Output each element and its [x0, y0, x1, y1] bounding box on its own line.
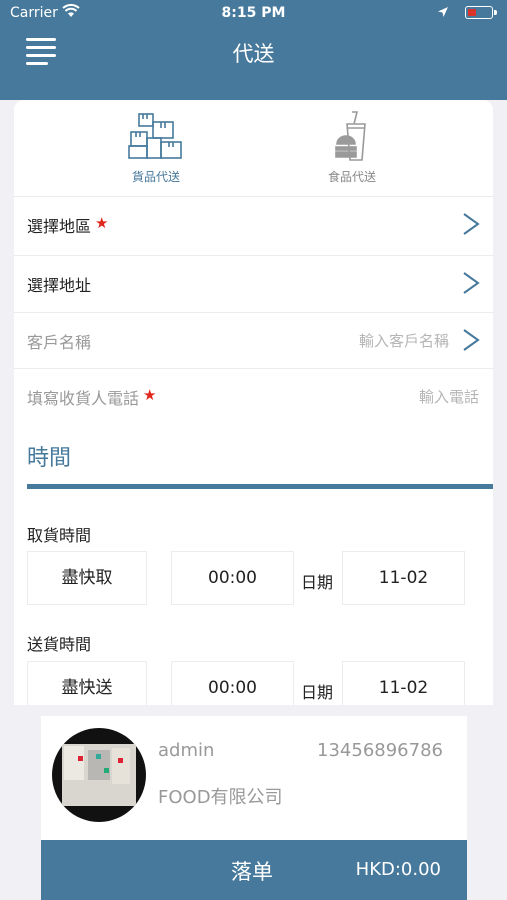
- address-selector-row[interactable]: 選擇地址: [14, 255, 493, 309]
- customer-name-input[interactable]: 輸入客戶名稱: [359, 330, 449, 351]
- delivery-date-field[interactable]: 11-02: [342, 661, 465, 705]
- customer-name-row[interactable]: 客戶名稱 輸入客戶名稱: [14, 312, 493, 366]
- app-header: Carrier 8:15 PM 代送: [0, 0, 507, 100]
- customer-name-label: 客戶名稱: [27, 333, 92, 352]
- recipient-phone-row[interactable]: 填寫收貨人電話 ★ 輸入電話: [14, 368, 493, 422]
- clock: 8:15 PM: [221, 5, 286, 21]
- place-order-button[interactable]: 落单: [231, 856, 273, 886]
- region-selector-row[interactable]: 選擇地區 ★: [14, 196, 493, 250]
- boxes-icon: [128, 113, 182, 159]
- account-phone: 13456896786: [317, 740, 443, 761]
- order-bar: 落单 HKD:0.00: [41, 840, 467, 900]
- address-label: 選擇地址: [27, 276, 92, 295]
- recipient-phone-input[interactable]: 輸入電話: [419, 386, 479, 407]
- tab-food-label: 食品代送: [327, 170, 376, 184]
- chevron-right-icon[interactable]: [461, 271, 481, 295]
- pickup-time-label: 取貨時間: [27, 526, 92, 545]
- location-arrow-icon: [438, 7, 448, 17]
- pickup-date-label: 日期: [301, 573, 334, 592]
- status-bar: Carrier 8:15 PM: [0, 0, 507, 28]
- account-card: admin 13456896786 FOOD有限公司: [41, 716, 467, 840]
- order-total: HKD:0.00: [355, 859, 441, 880]
- required-star-icon: ★: [143, 386, 157, 404]
- region-label: 選擇地區 ★: [27, 214, 109, 236]
- chevron-right-icon[interactable]: [461, 212, 481, 236]
- pickup-date-field[interactable]: 11-02: [342, 551, 465, 605]
- delivery-form-card: 貨品代送 食品代送 選擇地區 ★ 選擇地址 客戶名稱 輸入客戶名稱 填寫收貨人電話…: [14, 100, 493, 705]
- chevron-right-icon[interactable]: [461, 328, 481, 352]
- recipient-phone-label: 填寫收貨人電話 ★: [27, 386, 157, 408]
- tab-food-delivery[interactable]: 食品代送: [287, 110, 417, 195]
- tab-goods-label: 貨品代送: [131, 170, 180, 184]
- time-section-title: 時間: [27, 446, 72, 471]
- delivery-time-field[interactable]: 00:00: [171, 661, 294, 705]
- tab-goods-delivery[interactable]: 貨品代送: [91, 110, 221, 195]
- delivery-type-tabs: 貨品代送 食品代送: [14, 100, 493, 195]
- burger-drink-icon: [335, 111, 366, 161]
- account-username: admin: [158, 740, 215, 761]
- delivery-date-label: 日期: [301, 683, 334, 702]
- avatar: [52, 728, 146, 822]
- account-company: FOOD有限公司: [158, 787, 283, 808]
- pickup-time-field[interactable]: 00:00: [171, 551, 294, 605]
- page-title: 代送: [232, 42, 275, 66]
- section-divider: [27, 484, 493, 489]
- required-star-icon: ★: [95, 214, 109, 232]
- pickup-mode-button[interactable]: 盡快取: [27, 551, 147, 605]
- battery-icon: [465, 6, 497, 19]
- delivery-mode-button[interactable]: 盡快送: [27, 661, 147, 705]
- delivery-time-label: 送貨時間: [27, 635, 92, 654]
